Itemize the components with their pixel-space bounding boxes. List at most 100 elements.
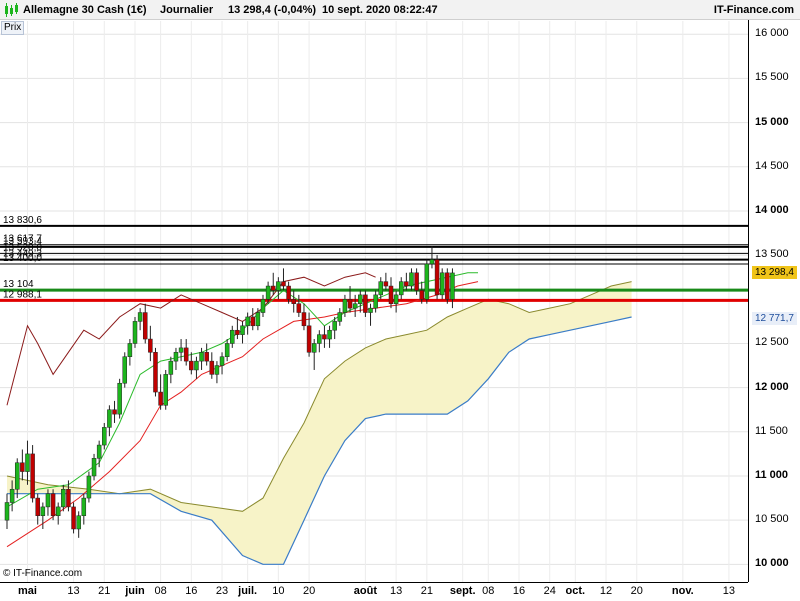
level-label: 13 400,0 xyxy=(3,253,42,264)
candle-body xyxy=(235,329,240,335)
candle-body xyxy=(30,453,35,499)
y-tick-label: 11 500 xyxy=(755,424,788,437)
instrument-title: Allemagne 30 Cash (1€) xyxy=(23,4,147,16)
x-tick-label: sept. xyxy=(449,585,476,597)
candle-body xyxy=(204,352,209,362)
candle-body xyxy=(142,312,148,340)
candle-body xyxy=(250,316,256,327)
candle-body xyxy=(102,427,107,446)
candlestick-icon xyxy=(5,3,18,17)
candle-body xyxy=(327,329,332,340)
candle-body xyxy=(373,294,378,309)
candle-body xyxy=(20,462,25,472)
candle-body xyxy=(61,488,66,508)
candle-body xyxy=(306,325,312,353)
candle-body xyxy=(383,281,389,287)
candle-body xyxy=(281,281,286,287)
price-tag: 13 298,4 xyxy=(752,265,797,279)
candle-body xyxy=(173,352,179,362)
level-label: 13 830,6 xyxy=(3,215,42,226)
x-tick-label: 10 xyxy=(272,585,285,597)
x-tick-label: 08 xyxy=(154,585,167,597)
x-tick-label: 13 xyxy=(67,585,80,597)
candle-body xyxy=(86,475,92,499)
candle-body xyxy=(245,316,250,327)
candle-body xyxy=(25,453,30,472)
candle-body xyxy=(393,294,399,304)
x-tick-label: juil. xyxy=(238,585,258,597)
x-tick-label: 21 xyxy=(420,585,433,597)
x-tick-label: oct. xyxy=(565,585,586,597)
candle-body xyxy=(337,312,343,322)
candle-body xyxy=(132,321,138,344)
candle-body xyxy=(224,343,230,357)
period-label: Journalier xyxy=(160,4,214,16)
x-tick-label: juin xyxy=(125,585,145,597)
x-tick-label: 20 xyxy=(302,585,316,597)
candle-body xyxy=(363,294,368,313)
candle-body xyxy=(347,299,353,309)
candle-body xyxy=(398,281,404,296)
candle-body xyxy=(45,493,51,508)
candle-body xyxy=(122,356,128,384)
candle-body xyxy=(434,259,440,296)
candle-body xyxy=(9,488,15,503)
candle-body xyxy=(322,334,327,340)
candle-body xyxy=(424,263,430,300)
candle-body xyxy=(194,360,199,371)
quote-label: 13 298,4 (-0,04%) xyxy=(228,4,317,16)
y-axis: 16 000 15 500 15 000 14 500 14 000 13 500 12 5… xyxy=(748,20,800,582)
x-tick-label: 13 xyxy=(389,585,403,597)
chart-header: Allemagne 30 Cash (1€) Journalier 13 298… xyxy=(0,0,800,20)
x-tick-label: mai xyxy=(17,585,37,597)
candle-body xyxy=(183,347,189,362)
candle-body xyxy=(137,312,143,322)
candle-body xyxy=(158,391,163,406)
candle-body xyxy=(81,497,87,516)
candle-body xyxy=(358,294,363,304)
x-tick-label: 12 xyxy=(599,585,613,597)
candle-body xyxy=(439,272,445,296)
candle-body xyxy=(55,506,61,516)
y-tick-label: 12 000 xyxy=(755,380,789,393)
candle-body xyxy=(168,360,174,375)
y-tick-label: 16 000 xyxy=(755,27,789,40)
candle-body xyxy=(291,299,296,304)
x-tick-label: 23 xyxy=(215,585,229,597)
candle-body xyxy=(270,285,276,291)
y-tick-label: 15 500 xyxy=(755,71,789,84)
candle-body xyxy=(50,493,56,516)
candle-body xyxy=(148,338,153,353)
candle-body xyxy=(352,303,358,309)
candle-body xyxy=(368,307,373,313)
candle-body xyxy=(342,299,348,313)
candle-body xyxy=(219,356,225,366)
candle-body xyxy=(404,281,409,287)
candle-body xyxy=(317,334,322,344)
x-tick-label: 20 xyxy=(630,585,643,597)
brand-label: IT-Finance.com xyxy=(713,4,794,16)
candle-body xyxy=(311,343,317,353)
y-tick-label: 10 500 xyxy=(755,513,789,526)
candle-body xyxy=(117,382,122,415)
candle-body xyxy=(76,515,81,530)
candle-body xyxy=(199,352,204,362)
candle-body xyxy=(127,343,133,357)
candle-body xyxy=(260,299,266,313)
candle-body xyxy=(14,462,20,490)
candle-body xyxy=(178,347,184,353)
candle-body xyxy=(419,290,424,300)
kumo-cloud xyxy=(7,281,632,565)
y-tick-label: 12 500 xyxy=(755,336,789,349)
candle-body xyxy=(378,281,384,296)
level-label: 12 988,1 xyxy=(3,289,42,300)
candle-body xyxy=(163,374,168,406)
candle-body xyxy=(296,303,302,313)
copyright-label: © IT-Finance.com xyxy=(3,568,83,579)
candle-body xyxy=(450,272,455,300)
plot-area[interactable]: 13 830,613 617,713 593,413 520,013 449,3… xyxy=(0,21,748,582)
candle-body xyxy=(209,360,215,375)
candle-body xyxy=(332,321,337,331)
x-tick-label: 08 xyxy=(482,585,495,597)
candle-body xyxy=(388,285,394,304)
